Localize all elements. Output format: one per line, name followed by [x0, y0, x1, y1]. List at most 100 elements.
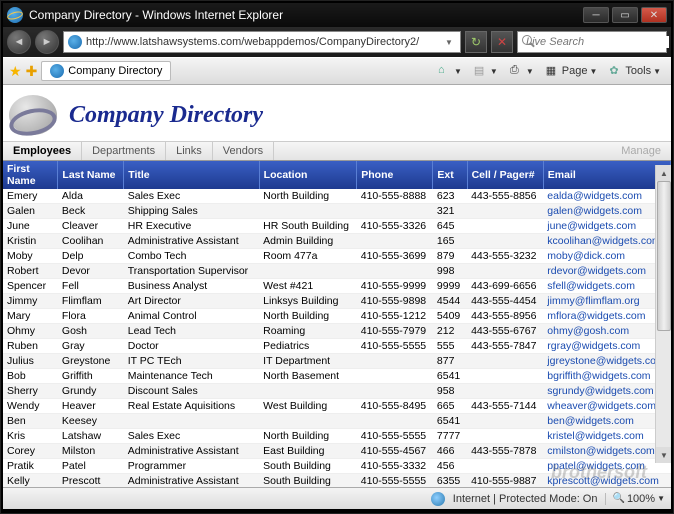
- scroll-up-arrow[interactable]: ▲: [656, 165, 671, 181]
- cell-last: Greystone: [58, 354, 124, 369]
- cell-phone: 410-555-9898: [357, 294, 433, 309]
- table-row[interactable]: KellyPrescottAdministrative AssistantSou…: [3, 474, 671, 488]
- col-header[interactable]: Last Name: [58, 161, 124, 189]
- cell-loc: North Building: [259, 189, 357, 204]
- table-row[interactable]: CoreyMilstonAdministrative AssistantEast…: [3, 444, 671, 459]
- cell-last: Grundy: [58, 384, 124, 399]
- search-box[interactable]: ▼: [517, 31, 667, 53]
- cell-email: cmilston@widgets.com: [543, 444, 670, 459]
- table-row[interactable]: MobyDelpCombo TechRoom 477a410-555-36998…: [3, 249, 671, 264]
- add-favorite-icon[interactable]: ✚: [26, 63, 38, 80]
- col-header[interactable]: Ext: [433, 161, 467, 189]
- cell-email: galen@widgets.com: [543, 204, 670, 219]
- table-row[interactable]: KristinCoolihanAdministrative AssistantA…: [3, 234, 671, 249]
- col-header[interactable]: Location: [259, 161, 357, 189]
- search-input[interactable]: [526, 36, 669, 48]
- cell-phone: 410-555-5555: [357, 429, 433, 444]
- table-row[interactable]: MaryFloraAnimal ControlNorth Building410…: [3, 309, 671, 324]
- navtab-manage[interactable]: Manage: [611, 142, 671, 160]
- print-button[interactable]: ⎙▼: [506, 63, 538, 79]
- table-row[interactable]: SpencerFellBusiness AnalystWest #421410-…: [3, 279, 671, 294]
- cell-first: Kelly: [3, 474, 58, 488]
- table-row[interactable]: BobGriffithMaintenance TechNorth Basemen…: [3, 369, 671, 384]
- table-row[interactable]: JuliusGreystoneIT PC TEchIT Department87…: [3, 354, 671, 369]
- vertical-scrollbar[interactable]: ▲ ▼: [655, 165, 671, 463]
- table-row[interactable]: JuneCleaverHR ExecutiveHR South Building…: [3, 219, 671, 234]
- cell-phone: 410-555-4567: [357, 444, 433, 459]
- col-header[interactable]: Title: [124, 161, 259, 189]
- table-row[interactable]: RobertDevorTransportation Supervisor998r…: [3, 264, 671, 279]
- cell-cell: [467, 429, 543, 444]
- navtab-vendors[interactable]: Vendors: [213, 142, 274, 160]
- cell-ext: 6355: [433, 474, 467, 488]
- table-row[interactable]: KrisLatshawSales ExecNorth Building410-5…: [3, 429, 671, 444]
- cell-cell: [467, 384, 543, 399]
- table-row[interactable]: SherryGrundyDiscount Sales958sgrundy@wid…: [3, 384, 671, 399]
- cell-ext: 321: [433, 204, 467, 219]
- cell-email: bgriffith@widgets.com: [543, 369, 670, 384]
- table-row[interactable]: EmeryAldaSales ExecNorth Building410-555…: [3, 189, 671, 204]
- minimize-button[interactable]: ─: [583, 7, 609, 23]
- feeds-button[interactable]: ▤▼: [470, 63, 502, 79]
- url-dropdown[interactable]: ▼: [442, 38, 456, 47]
- page-menu[interactable]: ▦Page▼: [542, 63, 602, 79]
- content-area: Company Directory EmployeesDepartmentsLi…: [3, 85, 671, 487]
- refresh-button[interactable]: ↻: [465, 31, 487, 53]
- cell-ext: 555: [433, 339, 467, 354]
- cell-title: Doctor: [124, 339, 259, 354]
- cell-cell: [467, 264, 543, 279]
- table-row[interactable]: OhmyGoshLead TechRoaming410-555-79792124…: [3, 324, 671, 339]
- cell-ext: 7777: [433, 429, 467, 444]
- cell-cell: [467, 369, 543, 384]
- col-header[interactable]: Phone: [357, 161, 433, 189]
- table-row[interactable]: JimmyFlimflamArt DirectorLinksys Buildin…: [3, 294, 671, 309]
- cell-email: sfell@widgets.com: [543, 279, 670, 294]
- tools-menu[interactable]: ✿Tools▼: [605, 63, 665, 79]
- nav-row: ◄ ► ▼ ↻ ✕ ▼: [3, 27, 671, 57]
- cell-ext: 456: [433, 459, 467, 474]
- table-row[interactable]: PratikPatelProgrammerSouth Building410-5…: [3, 459, 671, 474]
- scroll-down-arrow[interactable]: ▼: [656, 447, 671, 463]
- logo-icon: [9, 95, 57, 135]
- employee-table: First NameLast NameTitleLocationPhoneExt…: [3, 161, 671, 487]
- stop-button[interactable]: ✕: [491, 31, 513, 53]
- favorites-icon[interactable]: ★: [9, 63, 22, 80]
- cell-ext: 998: [433, 264, 467, 279]
- col-header[interactable]: Cell / Pager#: [467, 161, 543, 189]
- cell-loc: South Building: [259, 474, 357, 488]
- titlebar: Company Directory - Windows Internet Exp…: [3, 3, 671, 27]
- cell-first: Spencer: [3, 279, 58, 294]
- scroll-thumb[interactable]: [657, 181, 671, 331]
- cell-first: Sherry: [3, 384, 58, 399]
- table-row[interactable]: GalenBeckShipping Sales321galen@widgets.…: [3, 204, 671, 219]
- cell-ext: 6541: [433, 414, 467, 429]
- zoom-control[interactable]: 🔍 100% ▼: [605, 493, 665, 505]
- cell-first: Robert: [3, 264, 58, 279]
- cell-first: Ben: [3, 414, 58, 429]
- back-button[interactable]: ◄: [7, 30, 31, 54]
- col-header[interactable]: First Name: [3, 161, 58, 189]
- browser-tab[interactable]: Company Directory: [41, 61, 171, 81]
- table-row[interactable]: RubenGrayDoctorPediatrics410-555-5555555…: [3, 339, 671, 354]
- close-button[interactable]: ✕: [641, 7, 667, 23]
- home-button[interactable]: ⌂▼: [434, 63, 466, 79]
- navtab-links[interactable]: Links: [166, 142, 213, 160]
- cell-phone: [357, 354, 433, 369]
- navtab-employees[interactable]: Employees: [3, 142, 82, 160]
- cell-ext: 466: [433, 444, 467, 459]
- forward-button[interactable]: ►: [35, 30, 59, 54]
- cell-last: Milston: [58, 444, 124, 459]
- cell-phone: 410-555-3699: [357, 249, 433, 264]
- maximize-button[interactable]: ▭: [612, 7, 638, 23]
- cell-cell: 443-699-6656: [467, 279, 543, 294]
- table-row[interactable]: WendyHeaverReal Estate AquisitionsWest B…: [3, 399, 671, 414]
- cell-loc: [259, 414, 357, 429]
- navtab-departments[interactable]: Departments: [82, 142, 166, 160]
- url-input[interactable]: [86, 36, 438, 48]
- cell-ext: 958: [433, 384, 467, 399]
- col-header[interactable]: Email: [543, 161, 670, 189]
- cell-ext: 665: [433, 399, 467, 414]
- cell-last: Griffith: [58, 369, 124, 384]
- address-bar[interactable]: ▼: [63, 31, 461, 53]
- table-row[interactable]: BenKeesey6541ben@widgets.com: [3, 414, 671, 429]
